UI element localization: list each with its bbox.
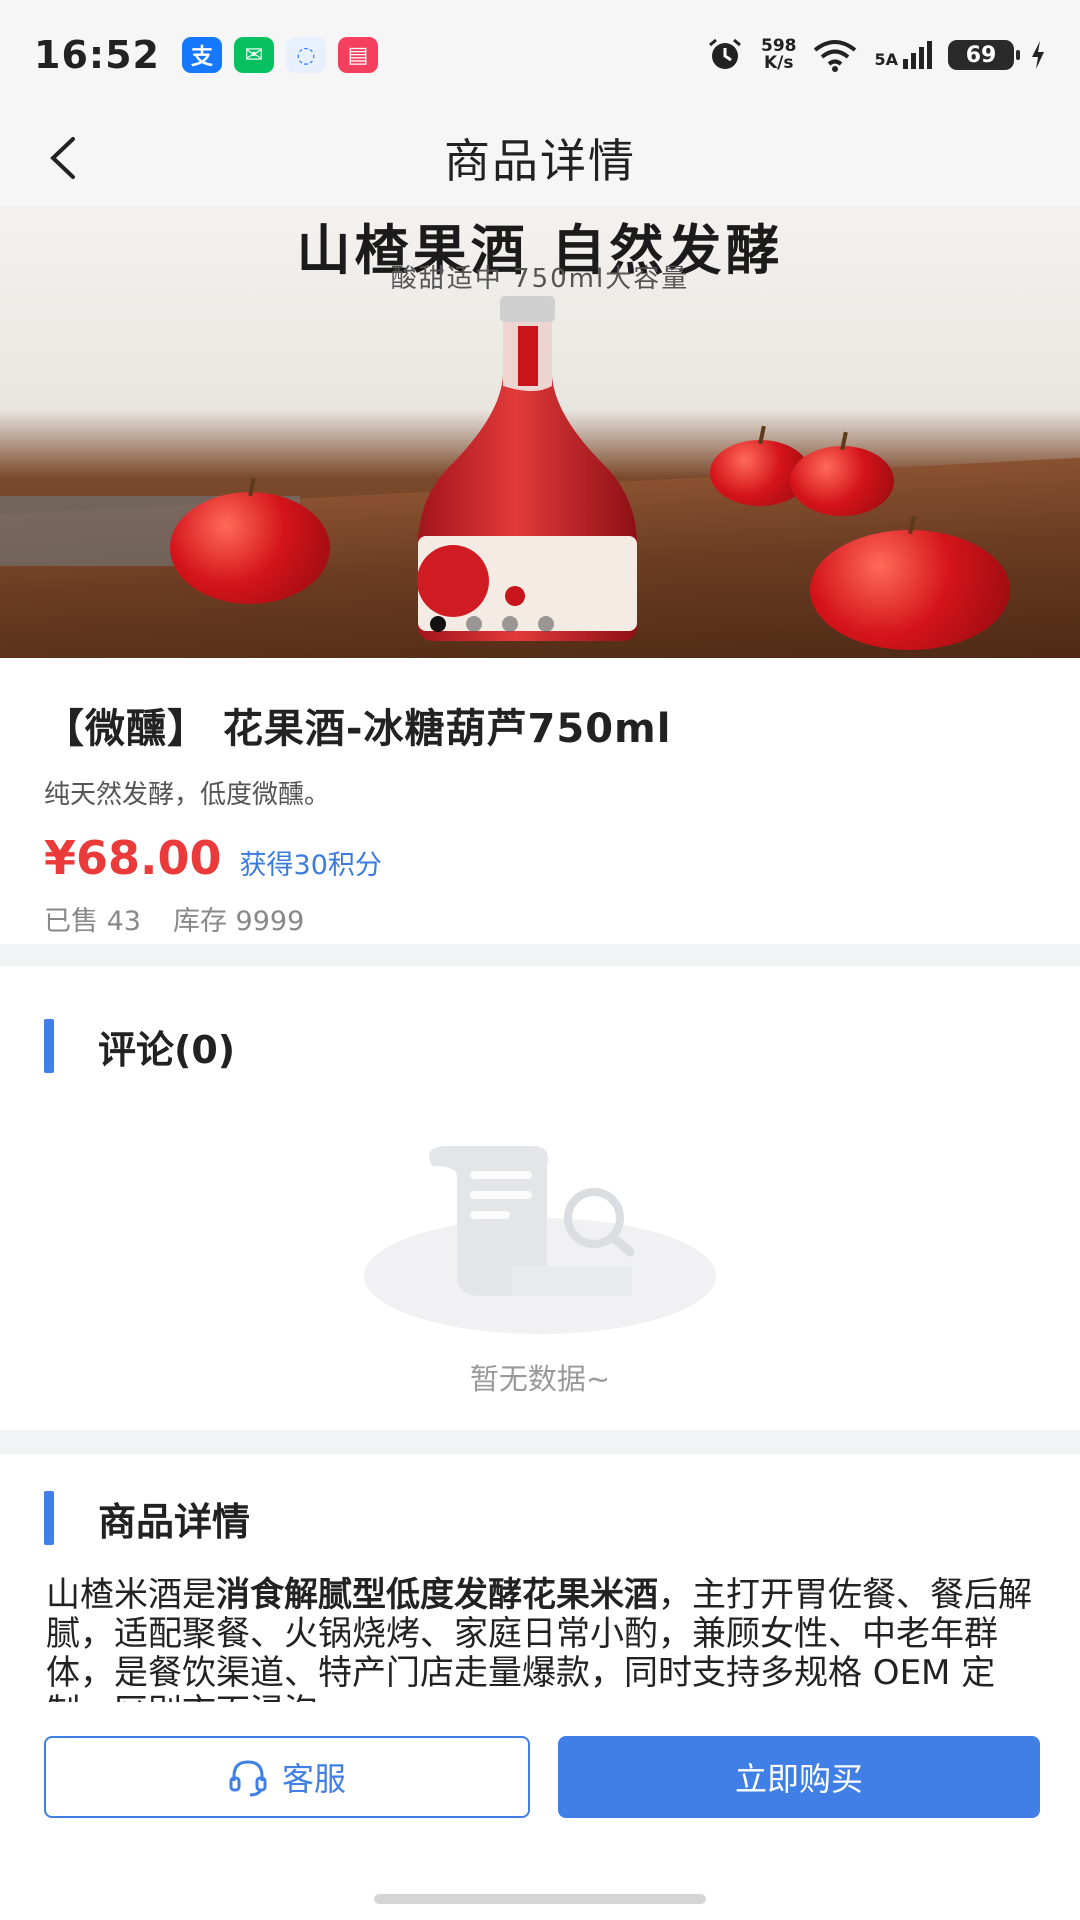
carousel-dot[interactable] [466,616,482,632]
chat-bubble-icon: ◌ [285,37,326,73]
product-title: 【微醺】 花果酒-冰糖葫芦750ml [44,706,672,752]
detail-text-prefix: 山楂米酒是 [46,1575,216,1615]
carousel-indicator [430,616,554,632]
stock-count: 库存 9999 [172,906,305,937]
book-icon: ▤ [337,37,378,73]
battery-icon: 69 [948,40,1020,70]
detail-description: 山楂米酒是消食解腻型低度发酵花果米酒，主打开胃佐餐、餐后解腻，适配聚餐、火锅烧烤… [46,1575,1034,1703]
carousel-dot[interactable] [538,616,554,632]
charging-icon [1032,41,1044,69]
carousel-dot-active[interactable] [430,616,446,632]
empty-state-icon [364,1146,716,1334]
section-accent-bar [44,1019,54,1073]
product-info-card: 【微醺】 花果酒-冰糖葫芦750ml 纯天然发酵，低度微醺。 ¥68.00 获得… [0,658,1080,944]
customer-service-label: 客服 [281,1760,346,1798]
detail-text-highlight: 消食解腻型低度发酵花果米酒 [216,1575,658,1615]
speed-unit: K/s [763,53,794,73]
wifi-icon [814,40,857,72]
headset-icon [229,1760,267,1797]
reward-points: 获得30积分 [239,850,382,881]
bottom-action-bar: 客服 立即购买 [0,1702,1080,1920]
comments-header: 评论(0) [0,1016,1080,1076]
status-bar: 16:52 支 ✉ ◌ ▤ 598 K/s 5A 69 [0,0,1080,110]
wechat-icon: ✉ [233,37,274,73]
buy-now-button[interactable]: 立即购买 [558,1736,1040,1818]
status-time: 16:52 [34,33,160,77]
sold-count: 已售 43 [44,906,141,937]
system-indicators: 598 K/s 5A 69 [705,37,1046,73]
section-accent-bar [44,1491,54,1545]
hawthorn-fruit [810,530,1010,650]
product-image-carousel[interactable]: 山楂果酒 自然发酵 酸甜适中 750ml大容量 [0,206,1080,658]
product-price: ¥68.00 [44,831,222,885]
nav-bar: 商品详情 [0,110,1080,206]
chevron-left-icon [50,137,75,179]
carousel-dot[interactable] [502,616,518,632]
alipay-icon: 支 [181,37,222,73]
buy-now-label: 立即购买 [734,1760,863,1798]
hero-subheadline: 酸甜适中 750ml大容量 [390,264,690,294]
hawthorn-fruit [790,446,894,516]
empty-state-text: 暂无数据~ [469,1362,611,1396]
product-description: 纯天然发酵，低度微醺。 [44,780,331,810]
detail-header: 商品详情 [0,1488,1080,1548]
back-button[interactable] [36,132,88,184]
detail-title: 商品详情 [98,1499,251,1544]
comments-section: 评论(0) 暂无数据~ [0,966,1080,1430]
home-indicator[interactable] [374,1894,706,1904]
notification-icons: 支 ✉ ◌ ▤ [181,37,378,73]
cellular-signal-icon: 5A [874,41,932,69]
network-type: 5A [874,50,898,69]
network-speed: 598 K/s [761,38,797,72]
customer-service-button[interactable]: 客服 [44,1736,530,1818]
comments-title: 评论(0) [98,1027,236,1072]
price-row: ¥68.00 获得30积分 [44,831,1034,885]
sales-stock-row: 已售 43 库存 9999 [44,899,1034,938]
product-detail-section: 商品详情 山楂米酒是消食解腻型低度发酵花果米酒，主打开胃佐餐、餐后解腻，适配聚餐… [0,1454,1080,1702]
alarm-icon [709,38,741,69]
page-title: 商品详情 [444,134,636,188]
wine-bottle-image [417,296,638,641]
hawthorn-fruit [170,492,330,604]
